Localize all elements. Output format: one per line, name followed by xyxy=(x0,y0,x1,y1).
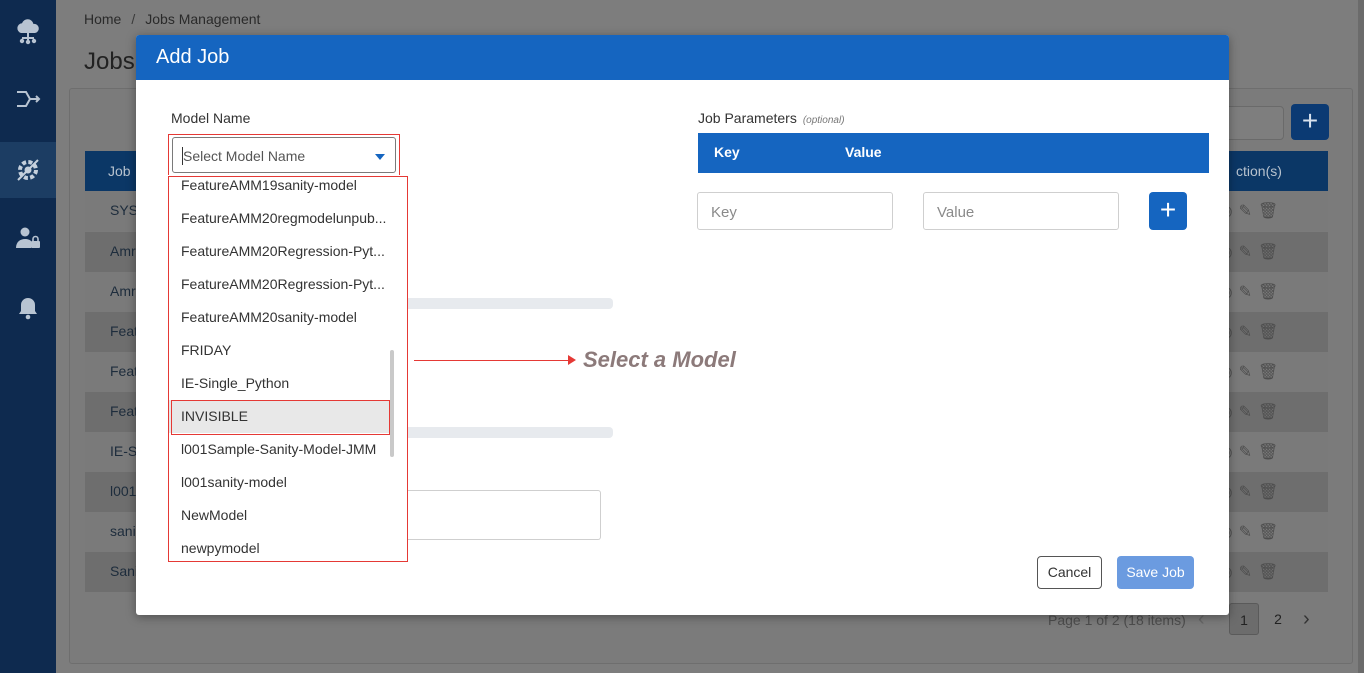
modal-title: Add Job xyxy=(156,46,230,68)
annotation-arrow-icon xyxy=(568,355,576,365)
jobs-table-header-name: Job xyxy=(108,163,131,179)
key-column-header: Key xyxy=(714,144,740,160)
breadcrumb: Home / Jobs Management xyxy=(84,11,260,27)
table-cell: Feat xyxy=(110,403,139,419)
pagination-page-2[interactable]: 2 xyxy=(1263,603,1293,635)
value-column-header: Value xyxy=(845,144,882,160)
description-input[interactable] xyxy=(397,490,601,540)
loading-placeholder xyxy=(397,298,613,309)
job-parameters-label: Job Parameters (optional) xyxy=(698,110,845,126)
param-value-placeholder: Value xyxy=(937,204,975,221)
sidebar-item-notifications[interactable] xyxy=(0,280,56,336)
table-cell: Sani xyxy=(110,563,139,579)
cloud-network-icon xyxy=(17,19,39,45)
annotation-arrow-line xyxy=(414,360,568,361)
add-job-button[interactable]: + xyxy=(1291,104,1329,140)
annotation-text: Select a Model xyxy=(583,347,736,372)
add-parameter-button[interactable]: + xyxy=(1149,192,1187,230)
breadcrumb-home[interactable]: Home xyxy=(84,11,121,27)
sidebar-item-pipelines[interactable] xyxy=(0,71,56,127)
page-title: Jobs xyxy=(84,48,135,75)
add-job-modal: Add Job Model Name Select Model Name Fea… xyxy=(136,35,1229,615)
pagination-next-icon[interactable]: › xyxy=(1303,608,1310,631)
jobs-table-header-actions: ction(s) xyxy=(1236,163,1282,179)
pagination-page-1[interactable]: 1 xyxy=(1229,603,1259,635)
save-job-button[interactable]: Save Job xyxy=(1117,556,1194,589)
table-cell: Amr xyxy=(110,283,136,299)
sidebar-item-users[interactable] xyxy=(0,210,56,266)
sidebar xyxy=(0,0,56,673)
table-cell: Feat xyxy=(110,323,139,339)
pipeline-icon xyxy=(17,91,41,107)
optional-hint: (optional) xyxy=(802,115,845,126)
table-cell: Feat xyxy=(110,363,139,379)
table-cell: sani xyxy=(110,523,136,539)
model-name-select[interactable]: Select Model Name xyxy=(172,137,396,173)
table-cell: Amr xyxy=(110,243,136,259)
job-parameters-title: Job Parameters xyxy=(698,110,797,126)
param-key-placeholder: Key xyxy=(711,204,737,221)
param-key-input[interactable]: Key xyxy=(697,192,893,230)
job-parameters-header: Key Value xyxy=(698,133,1209,173)
model-name-label: Model Name xyxy=(171,110,251,126)
model-select-placeholder: Select Model Name xyxy=(183,148,306,164)
bell-icon xyxy=(19,298,37,320)
cancel-button[interactable]: Cancel xyxy=(1037,556,1102,589)
sidebar-item-cloud[interactable] xyxy=(0,4,56,60)
table-cell: l001 xyxy=(110,483,137,499)
window-scrollbar[interactable] xyxy=(1358,0,1364,673)
settings-gear-icon xyxy=(17,159,39,181)
chevron-down-icon[interactable] xyxy=(375,154,385,160)
user-lock-icon xyxy=(16,227,40,248)
breadcrumb-current: Jobs Management xyxy=(145,11,261,27)
param-value-input[interactable]: Value xyxy=(923,192,1119,230)
loading-placeholder xyxy=(397,427,613,438)
dropdown-highlight xyxy=(168,176,408,562)
breadcrumb-separator: / xyxy=(131,11,136,27)
sidebar-item-jobs[interactable] xyxy=(0,142,56,198)
modal-header: Add Job xyxy=(136,35,1229,80)
selected-item-highlight xyxy=(171,400,390,435)
